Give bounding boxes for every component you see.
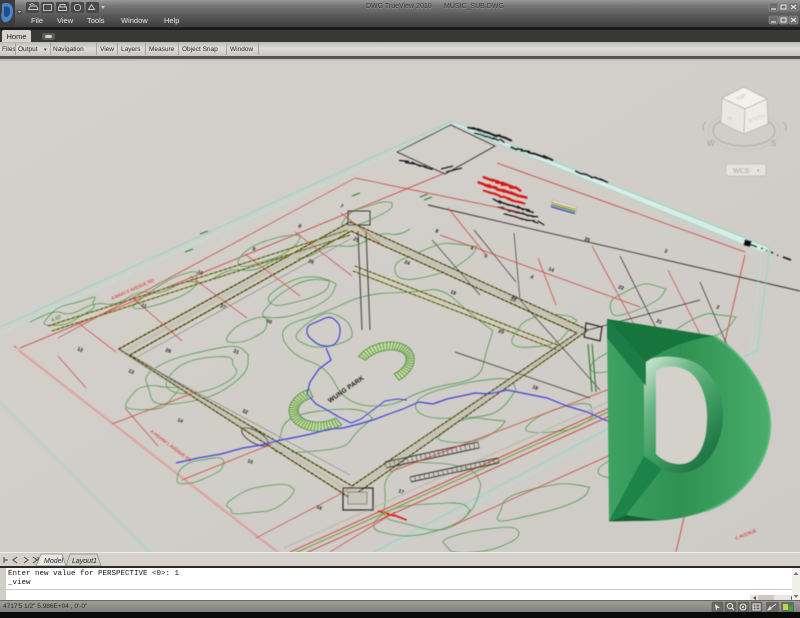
svg-text:Model: Model [44,558,64,565]
svg-text:WCS: WCS [733,168,750,175]
svg-text:S: S [771,139,776,148]
svg-text:Layout1: Layout1 [72,558,97,565]
svg-text:W: W [707,139,715,148]
